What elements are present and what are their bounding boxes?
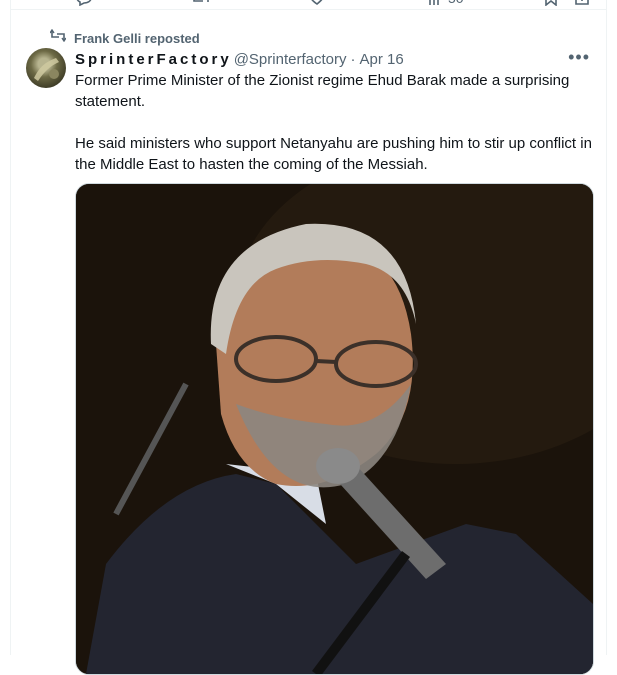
- timeline-column: 50 Frank Gelli reposted SprinterFactory …: [10, 0, 607, 675]
- photo-illustration: [76, 184, 593, 674]
- tweet-paragraph: He said ministers who support Netanyahu …: [75, 135, 592, 173]
- separator: ·: [350, 50, 356, 68]
- tweet-photo[interactable]: [75, 183, 594, 675]
- like-icon[interactable]: [308, 0, 326, 9]
- tweet-text: Former Prime Minister of the Zionist reg…: [75, 70, 595, 196]
- reply-icon[interactable]: [75, 0, 93, 9]
- display-name[interactable]: SprinterFactory: [75, 51, 232, 68]
- views-icon[interactable]: [427, 0, 443, 9]
- repost-icon[interactable]: [191, 0, 211, 9]
- more-icon[interactable]: •••: [568, 47, 590, 68]
- avatar[interactable]: [26, 48, 66, 88]
- bookmark-icon[interactable]: [543, 0, 559, 9]
- repost-indicator[interactable]: Frank Gelli reposted: [49, 28, 200, 47]
- tweet-date[interactable]: Apr 16: [359, 51, 403, 68]
- repost-label[interactable]: Frank Gelli reposted: [74, 31, 200, 46]
- user-handle[interactable]: @Sprinterfactory: [234, 51, 347, 68]
- share-icon[interactable]: [573, 0, 591, 9]
- repost-small-icon: [49, 28, 67, 47]
- previous-tweet-actions: 50: [11, 0, 606, 10]
- views-count: 50: [448, 0, 464, 6]
- tweet-header: SprinterFactory @Sprinterfactory · Apr 1…: [75, 47, 590, 69]
- tweet-paragraph: Former Prime Minister of the Zionist reg…: [75, 72, 570, 110]
